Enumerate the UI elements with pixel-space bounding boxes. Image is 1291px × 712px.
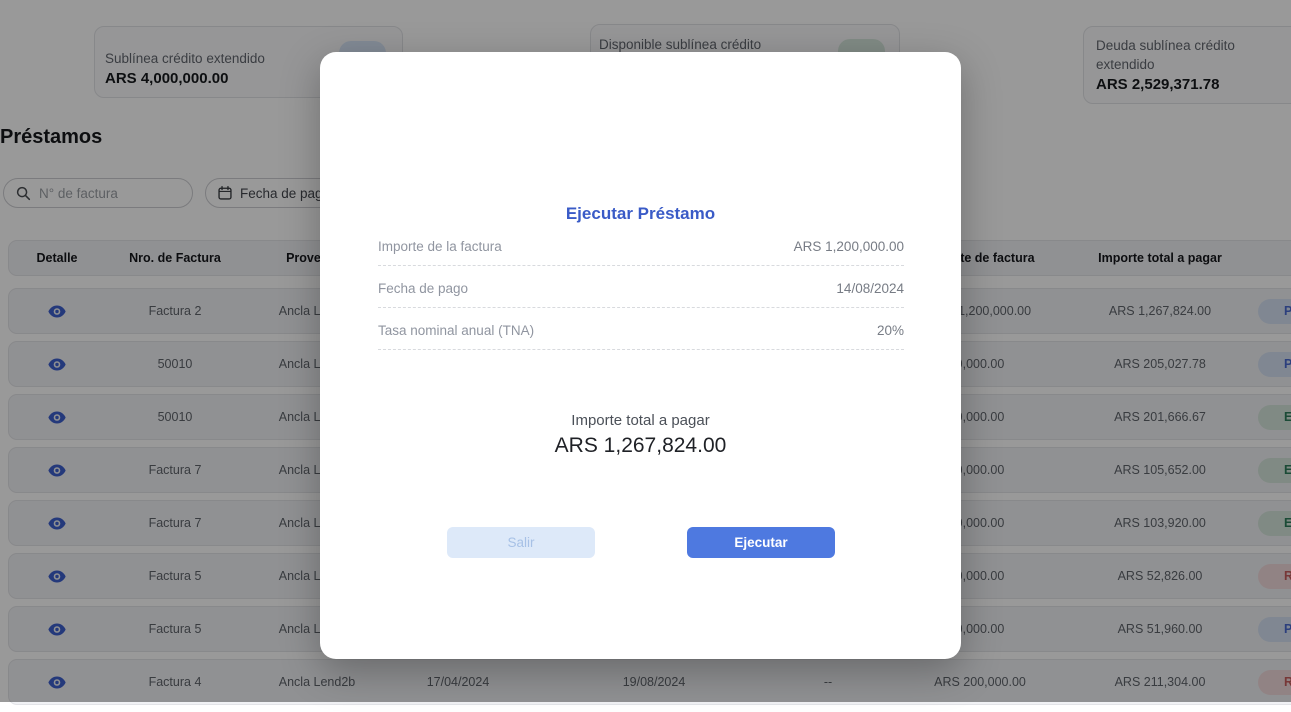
modal-fields: Importe de la factura ARS 1,200,000.00 F…	[378, 224, 904, 350]
field-importe-factura: Importe de la factura ARS 1,200,000.00	[378, 224, 904, 266]
total-to-pay-label: Importe total a pagar	[320, 412, 961, 429]
field-value: ARS 1,200,000.00	[794, 239, 904, 254]
total-to-pay-value: ARS 1,267,824.00	[320, 434, 961, 458]
ejecutar-prestamo-modal: Ejecutar Préstamo Importe de la factura …	[320, 52, 961, 659]
field-label: Importe de la factura	[378, 239, 502, 254]
modal-buttons: Salir Ejecutar	[447, 527, 835, 558]
field-label: Tasa nominal anual (TNA)	[378, 323, 534, 338]
field-value: 14/08/2024	[836, 281, 904, 296]
modal-title: Ejecutar Préstamo	[320, 204, 961, 224]
field-tna: Tasa nominal anual (TNA) 20%	[378, 308, 904, 350]
ejecutar-button[interactable]: Ejecutar	[687, 527, 835, 558]
field-label: Fecha de pago	[378, 281, 468, 296]
salir-button[interactable]: Salir	[447, 527, 595, 558]
field-value: 20%	[877, 323, 904, 338]
field-fecha-pago: Fecha de pago 14/08/2024	[378, 266, 904, 308]
